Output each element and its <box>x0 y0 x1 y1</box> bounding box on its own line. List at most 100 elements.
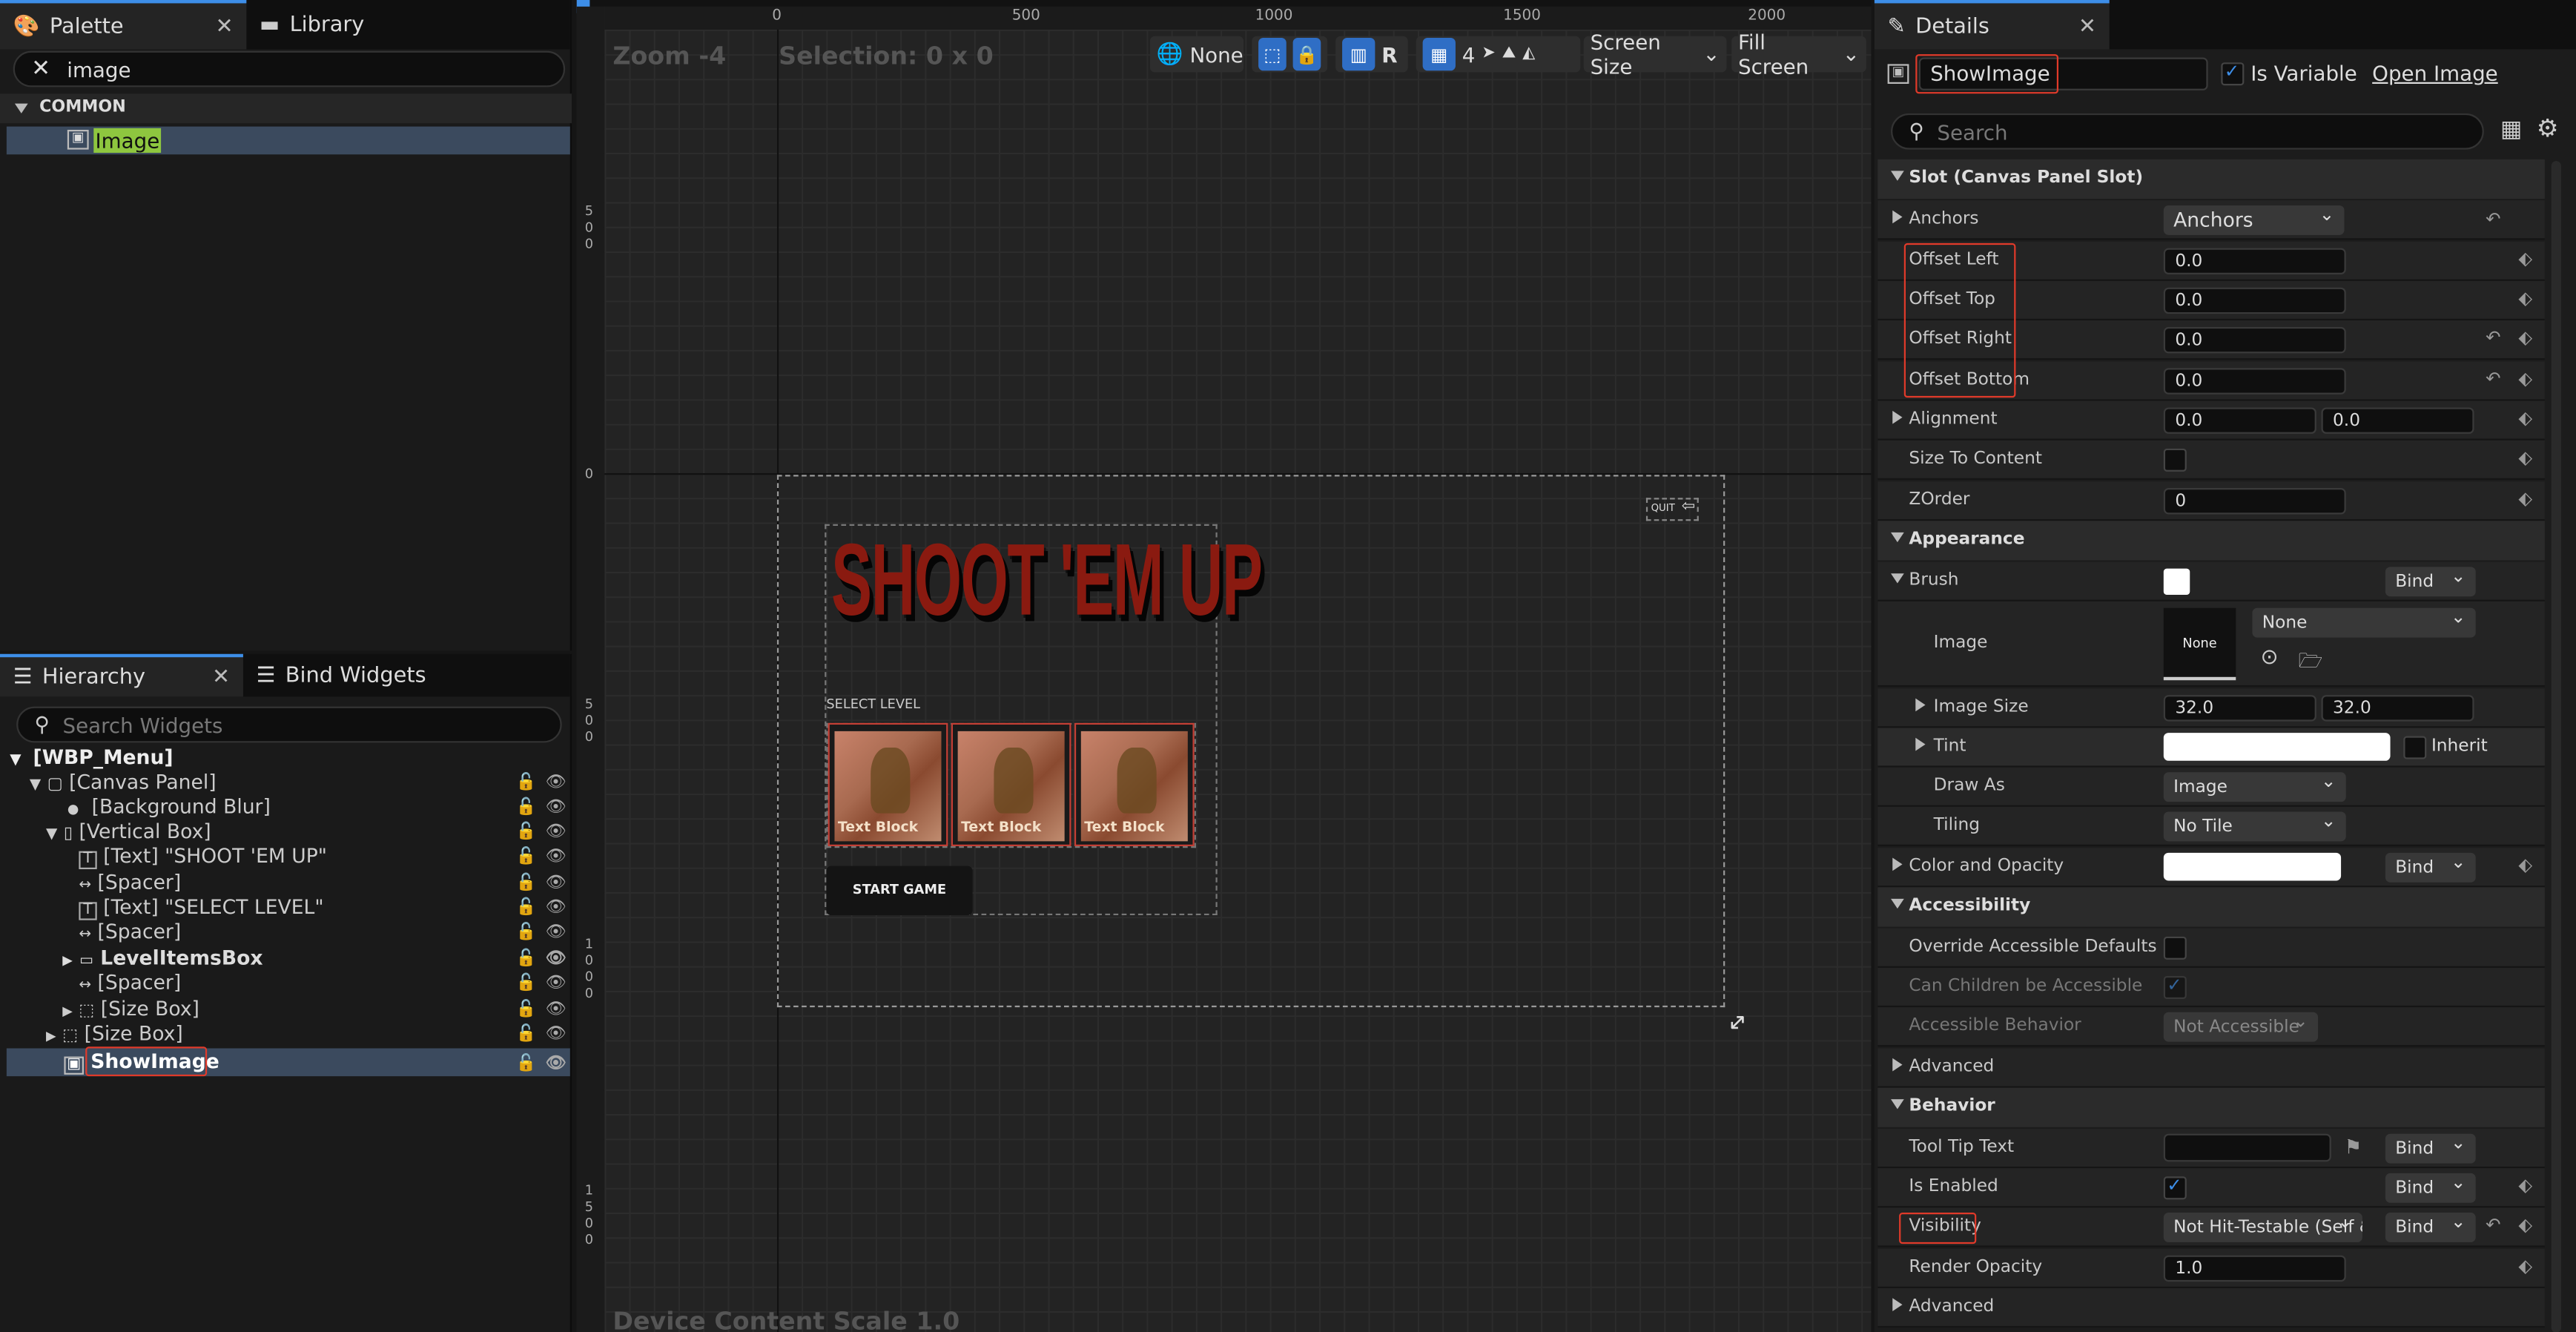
eye-icon[interactable]: 👁 <box>546 895 567 920</box>
image-size-y-input[interactable]: 32.0 <box>2321 695 2474 722</box>
clear-search-icon[interactable]: ✕ <box>31 58 50 81</box>
fill-screen-dropdown[interactable]: Fill Screen ⌄ <box>1731 30 1866 79</box>
bind-dropdown[interactable]: Bind <box>2385 1168 2476 1203</box>
mirror-icon[interactable]: ◭ <box>1522 45 1535 62</box>
brush-color-swatch[interactable] <box>2163 568 2190 596</box>
alignment-x-input[interactable]: 0.0 <box>2163 407 2316 434</box>
keyframe-icon[interactable]: ⬖ <box>2518 447 2532 469</box>
eye-icon[interactable]: 👁 <box>546 971 567 995</box>
lock-icon[interactable]: 🔓 <box>516 946 537 971</box>
eye-icon[interactable]: 👁 <box>546 845 567 869</box>
tree-item-text-title[interactable]: T [Text] "SHOOT 'EM UP" 🔓 👁 <box>10 845 568 869</box>
tiling-dropdown[interactable]: No Tile <box>2163 807 2346 842</box>
tree-item-level-items-box[interactable]: ▶ ▭ LevelItemsBox 🔓 👁 <box>10 946 568 971</box>
close-icon[interactable]: ✕ <box>215 14 233 39</box>
section-accessibility-advanced[interactable]: Advanced <box>1877 1048 2545 1088</box>
tab-palette[interactable]: 🎨 Palette ✕ <box>0 0 247 50</box>
eye-icon[interactable]: 👁 <box>546 871 567 895</box>
section-appearance[interactable]: Appearance <box>1877 521 2545 561</box>
alignment-y-input[interactable]: 0.0 <box>2321 407 2474 434</box>
level-item[interactable]: Text Block <box>1074 722 1195 846</box>
keyframe-icon[interactable]: ⬖ <box>2518 488 2532 510</box>
zorder-input[interactable]: 0 <box>2163 488 2346 515</box>
override-accessible-checkbox[interactable] <box>2163 936 2187 960</box>
grid-snap-value[interactable]: 4 <box>1462 42 1476 66</box>
tree-item-spacer[interactable]: ↔ [Spacer] 🔓 👁 <box>10 971 568 995</box>
level-item[interactable]: Text Block <box>951 722 1071 846</box>
close-icon[interactable]: ✕ <box>212 665 230 689</box>
bind-dropdown[interactable]: Bind <box>2385 848 2476 883</box>
tab-library[interactable]: ▬ Library <box>246 0 377 49</box>
keyframe-icon[interactable]: ⬖ <box>2518 407 2532 429</box>
screen-size-dropdown[interactable]: Screen Size ⌄ <box>1583 30 1727 79</box>
grid-snap-icon[interactable]: ▦ <box>1422 37 1456 71</box>
is-enabled-checkbox[interactable] <box>2163 1175 2187 1200</box>
keyframe-icon[interactable]: ⬖ <box>2518 248 2532 270</box>
lock-icon[interactable]: 🔓 <box>516 1050 537 1078</box>
image-size-x-input[interactable]: 32.0 <box>2163 695 2316 722</box>
reset-icon[interactable]: ↶ <box>2486 208 2500 230</box>
offset-bottom-input[interactable]: 0.0 <box>2163 368 2346 395</box>
image-asset-dropdown[interactable]: None <box>2252 603 2476 638</box>
level-item[interactable]: Text Block <box>828 722 948 846</box>
quit-button[interactable]: QUIT ⇦ <box>1645 498 1699 521</box>
localization-preview-button[interactable]: 🌐 None <box>1149 36 1244 73</box>
hierarchy-search-input[interactable]: ⚲ Search Widgets <box>16 706 562 743</box>
keyframe-icon[interactable]: ⬖ <box>2518 368 2532 389</box>
reset-icon[interactable]: ↶ <box>2486 368 2500 389</box>
lock-icon[interactable]: 🔓 <box>516 971 537 995</box>
tree-item-background-blur[interactable]: ● [Background Blur] 🔓 👁 <box>10 795 568 820</box>
tree-item-size-box[interactable]: ▶ ⬚ [Size Box] 🔓 👁 <box>10 1022 568 1046</box>
bind-dropdown[interactable]: Bind <box>2385 562 2476 597</box>
lock-icon[interactable]: 🔓 <box>516 998 537 1022</box>
widget-name-input[interactable]: ShowImage <box>1918 57 2208 90</box>
browse-asset-icon[interactable]: 🗁 <box>2298 646 2322 681</box>
bind-dropdown[interactable]: Bind <box>2385 1129 2476 1164</box>
marquee-select-icon[interactable]: ⬚ <box>1258 37 1287 71</box>
eye-icon[interactable]: 👁 <box>546 946 567 971</box>
settings-gear-icon[interactable]: ⚙ <box>2537 116 2559 141</box>
image-thumbnail[interactable]: None <box>2163 607 2236 681</box>
lock-icon[interactable]: 🔒 <box>1292 37 1321 71</box>
lock-icon[interactable]: 🔓 <box>516 845 537 869</box>
tree-item-text-select-level[interactable]: T [Text] "SELECT LEVEL" 🔓 👁 <box>10 895 568 920</box>
keyframe-icon[interactable]: ⬖ <box>2518 1175 2532 1196</box>
eye-icon[interactable]: 👁 <box>546 998 567 1022</box>
offset-right-input[interactable]: 0.0 <box>2163 326 2346 354</box>
keyframe-icon[interactable]: ⬖ <box>2518 1256 2532 1277</box>
keyframe-icon[interactable]: ⬖ <box>2518 1214 2532 1236</box>
tree-item-wbp-menu[interactable]: ▼ [WBP_Menu] <box>10 746 568 771</box>
tree-item-size-box[interactable]: ▶ ⬚ [Size Box] 🔓 👁 <box>10 998 568 1022</box>
tooltip-input[interactable] <box>2163 1133 2331 1162</box>
section-accessibility[interactable]: Accessibility <box>1877 887 2545 927</box>
section-behavior-advanced[interactable]: Advanced <box>1877 1288 2545 1328</box>
palette-item-image[interactable]: ▣ Image <box>6 126 570 155</box>
offset-left-input[interactable]: 0.0 <box>2163 248 2346 274</box>
background-image-icon[interactable]: ⛰ <box>1502 45 1516 62</box>
close-icon[interactable]: ✕ <box>2078 14 2096 39</box>
designer-viewport[interactable]: 0 500 1000 1500 2000 500 0 500 1000 1500… <box>576 0 1872 1332</box>
chevron-right-icon[interactable] <box>1892 410 1903 424</box>
chevron-right-icon[interactable] <box>1892 857 1903 871</box>
chevron-right-icon[interactable] <box>1915 698 1926 712</box>
open-image-link[interactable]: Open Image <box>2372 61 2498 85</box>
bind-dropdown[interactable]: Bind <box>2385 1207 2476 1242</box>
section-slot[interactable]: Slot (Canvas Panel Slot) <box>1877 159 2545 200</box>
reset-icon[interactable]: ↶ <box>2486 1214 2500 1236</box>
is-variable-checkbox[interactable] <box>2221 61 2245 86</box>
tint-color-swatch[interactable] <box>2163 733 2391 761</box>
tab-bind-widgets[interactable]: ☰ Bind Widgets <box>243 654 439 697</box>
game-title-text[interactable]: SHOOT 'EM UP <box>831 523 1263 639</box>
draw-as-dropdown[interactable]: Image <box>2163 768 2346 802</box>
inherit-checkbox[interactable] <box>2403 736 2427 759</box>
layout-transform-group[interactable]: ▥ R <box>1335 36 1408 73</box>
tab-details[interactable]: ✎ Details ✕ <box>1874 0 2110 50</box>
lock-icon[interactable]: 🔓 <box>516 820 537 845</box>
eye-icon[interactable]: 👁 <box>546 771 567 795</box>
lock-icon[interactable]: 🔓 <box>516 871 537 895</box>
section-behavior[interactable]: Behavior <box>1877 1087 2545 1127</box>
lock-icon[interactable]: 🔓 <box>516 1022 537 1046</box>
details-search-input[interactable]: ⚲ Search <box>1891 113 2484 150</box>
category-common[interactable]: COMMON <box>0 93 572 124</box>
offset-top-input[interactable]: 0.0 <box>2163 287 2346 314</box>
